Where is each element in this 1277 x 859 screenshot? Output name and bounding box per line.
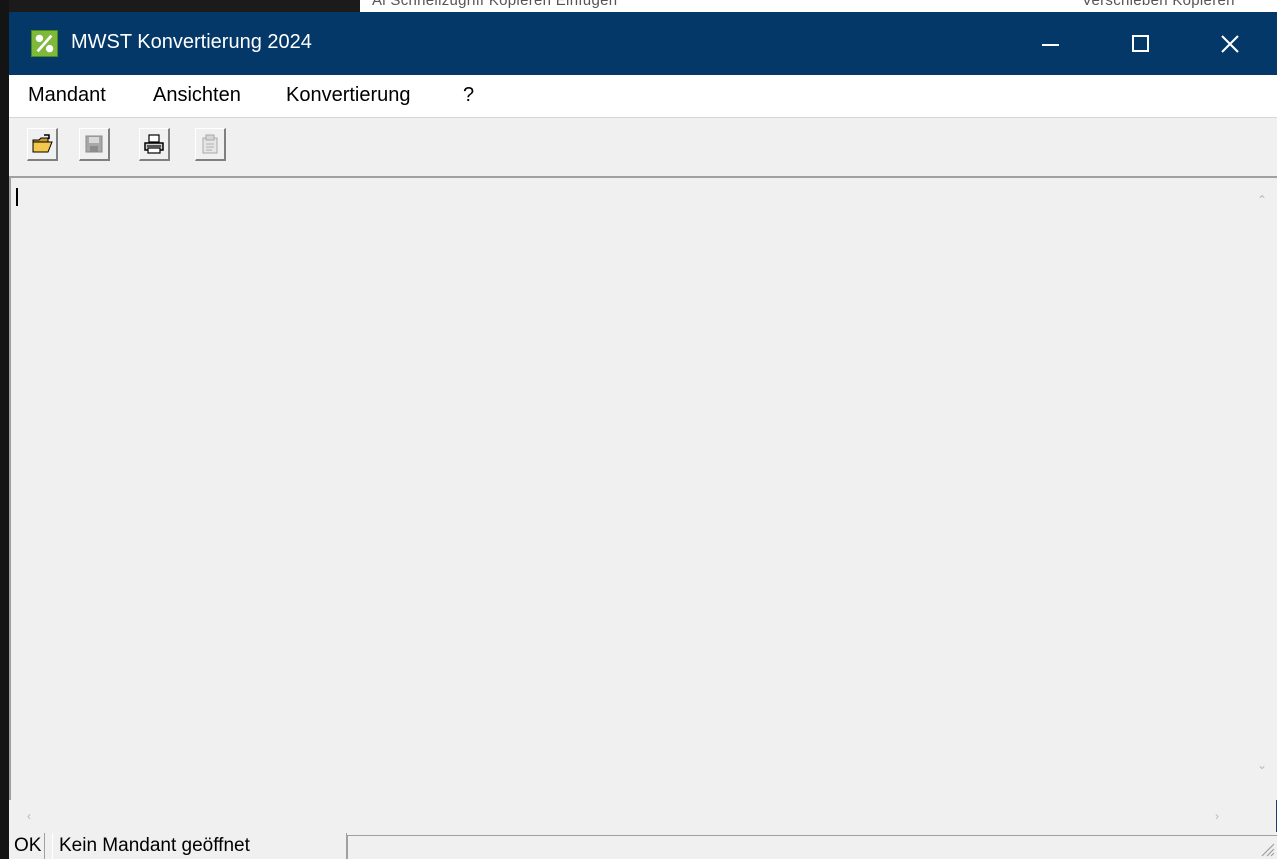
background-toolbar-text-right: Verschieben Kopieren xyxy=(1082,0,1235,9)
printer-icon xyxy=(144,134,164,154)
resize-grip-icon[interactable] xyxy=(1257,839,1275,857)
menu-help[interactable]: ? xyxy=(463,84,474,107)
print-button[interactable] xyxy=(139,128,170,161)
menu-konvertierung[interactable]: Konvertierung xyxy=(286,84,411,107)
text-view[interactable]: ⌃ ⌄ xyxy=(9,176,1277,800)
maximize-icon xyxy=(1131,35,1149,52)
open-button[interactable] xyxy=(27,128,58,161)
scroll-down-icon[interactable]: ⌄ xyxy=(1257,759,1267,771)
background-dark-area xyxy=(0,0,360,12)
minimize-button[interactable] xyxy=(1005,12,1095,75)
menu-ansichten[interactable]: Ansichten xyxy=(153,84,241,107)
scroll-up-icon[interactable]: ⌃ xyxy=(1257,194,1267,206)
open-folder-icon xyxy=(32,134,53,153)
menu-bar: Mandant Ansichten Konvertierung ? xyxy=(9,75,1277,117)
title-bar[interactable]: MWST Konvertierung 2024 xyxy=(9,12,1277,75)
background-left-edge xyxy=(0,0,9,859)
status-empty-panel xyxy=(347,835,1277,859)
text-cursor xyxy=(16,188,18,206)
app-window: MWST Konvertierung 2024 Mandant Ansichte… xyxy=(9,12,1277,859)
background-app-strip: Ai Schnellzugriff Kopieren Einfügen Vers… xyxy=(0,0,1277,12)
window-title: MWST Konvertierung 2024 xyxy=(71,31,312,53)
close-icon xyxy=(1221,34,1239,53)
scroll-left-icon[interactable]: ‹ xyxy=(27,810,31,822)
vertical-scrollbar[interactable]: ⌃ ⌄ xyxy=(1249,178,1277,789)
toolbar xyxy=(9,117,1277,176)
status-bar: OK Kein Mandant geöffnet xyxy=(9,832,1277,859)
horizontal-scrollbar[interactable]: ‹ › xyxy=(9,800,1249,832)
properties-button[interactable] xyxy=(195,128,226,161)
save-button[interactable] xyxy=(79,128,110,161)
save-disk-icon xyxy=(85,135,103,153)
menu-mandant[interactable]: Mandant xyxy=(28,84,106,107)
status-ok: OK xyxy=(11,833,46,859)
maximize-button[interactable] xyxy=(1095,12,1185,75)
status-message: Kein Mandant geöffnet xyxy=(52,833,347,859)
percent-icon[interactable] xyxy=(31,30,58,57)
properties-icon xyxy=(202,134,218,154)
background-toolbar-text: Ai Schnellzugriff Kopieren Einfügen xyxy=(372,0,618,9)
scroll-right-icon[interactable]: › xyxy=(1215,810,1219,822)
minimize-icon xyxy=(1041,43,1059,46)
close-button[interactable] xyxy=(1185,12,1275,75)
